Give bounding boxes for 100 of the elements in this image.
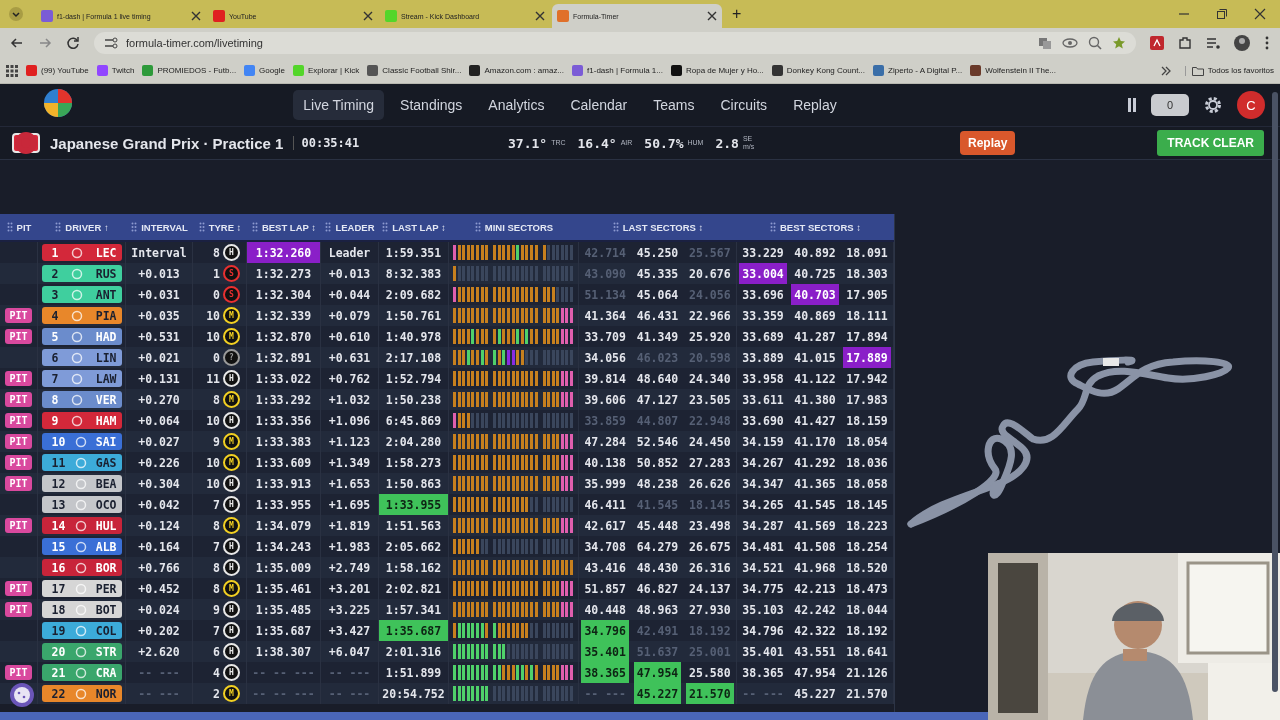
apps-icon[interactable] [6, 64, 18, 77]
nav-link[interactable]: Replay [783, 90, 847, 120]
all-bookmarks[interactable]: Todos los favoritos [1184, 65, 1274, 76]
column-header[interactable]: INTERVAL [141, 221, 188, 233]
driver-code: GAS [95, 455, 117, 470]
driver-badge[interactable]: 13 OCO [41, 496, 122, 513]
driver-badge[interactable]: 12 BEA [41, 475, 122, 492]
column-header[interactable]: BEST SECTORS ↕ [779, 221, 862, 233]
profile-icon[interactable] [1234, 35, 1250, 51]
address-bar[interactable]: formula-timer.com/livetiming [94, 32, 1136, 54]
driver-badge[interactable]: 10 SAI [41, 433, 122, 450]
nav-link[interactable]: Analytics [478, 90, 555, 120]
new-tab-button[interactable]: + [724, 5, 750, 23]
restore-icon[interactable] [1216, 8, 1228, 20]
nav-link[interactable]: Standings [390, 90, 473, 120]
column-header[interactable]: MINI SECTORS [484, 221, 554, 233]
reload-icon[interactable] [66, 36, 80, 50]
drag-handle-icon[interactable] [769, 222, 776, 232]
delay-counter[interactable]: 0 [1151, 94, 1189, 116]
menu-icon[interactable] [1264, 36, 1270, 50]
tyre-laps: 10 [206, 308, 220, 323]
drag-handle-icon[interactable] [251, 222, 258, 232]
nav-link[interactable]: Circuits [710, 90, 778, 120]
bookmark[interactable]: Wolfenstein II The... [970, 65, 1057, 76]
drag-handle-icon[interactable] [55, 222, 62, 232]
app-logo-icon[interactable] [43, 88, 73, 118]
tab-list-icon[interactable] [8, 6, 24, 22]
scroll-bar[interactable] [1272, 92, 1278, 692]
bookmark[interactable]: Twitch [96, 65, 135, 76]
close-icon[interactable] [191, 11, 201, 21]
driver-badge[interactable]: 15 ALB [41, 538, 122, 555]
site-info-icon[interactable] [104, 37, 118, 49]
driver-badge[interactable]: 16 BOR [41, 559, 122, 576]
column-header[interactable]: PIT [16, 221, 32, 233]
tyre-laps: 6 [213, 644, 220, 659]
driver-badge[interactable]: 14 HUL [41, 517, 122, 534]
translate-icon[interactable] [1038, 36, 1052, 50]
sector-time: 39.814 [583, 370, 627, 388]
bookmark[interactable]: f1-dash | Formula 1... [572, 65, 663, 76]
driver-badge[interactable]: 1 LEC [41, 244, 122, 261]
column-header[interactable]: LAST LAP ↕ [392, 221, 446, 233]
close-icon[interactable] [1254, 8, 1266, 20]
driver-badge[interactable]: 9 HAM [41, 412, 122, 429]
settings-icon[interactable] [1203, 95, 1223, 115]
driver-badge[interactable]: 4 PIA [41, 307, 122, 324]
nav-link[interactable]: Calendar [560, 90, 638, 120]
driver-badge[interactable]: 17 PER [41, 580, 122, 597]
nav-link[interactable]: Live Timing [293, 90, 385, 120]
back-icon[interactable] [10, 36, 24, 50]
puzzle-icon[interactable] [1178, 36, 1192, 50]
close-icon[interactable] [363, 11, 373, 21]
driver-badge[interactable]: 2 RUS [41, 265, 122, 282]
drag-handle-icon[interactable] [131, 222, 138, 232]
column-header[interactable]: BEST LAP ↕ [261, 221, 317, 233]
tyre-laps: 7 [213, 497, 220, 512]
column-header[interactable]: LAST SECTORS ↕ [622, 221, 704, 233]
replay-button[interactable]: Replay [960, 131, 1016, 155]
driver-badge[interactable]: 6 LIN [41, 349, 122, 366]
column-header[interactable]: LEADER [335, 221, 375, 233]
sector-time: 26.626 [688, 475, 732, 493]
bookmark[interactable]: Ziperto - A Digital P... [873, 65, 963, 76]
user-avatar[interactable]: C [1237, 91, 1265, 119]
drag-handle-icon[interactable] [612, 222, 619, 232]
pause-icon[interactable] [1127, 98, 1137, 112]
drag-handle-icon[interactable] [382, 222, 389, 232]
driver-badge[interactable]: 3 ANT [41, 286, 122, 303]
close-icon[interactable] [707, 11, 717, 21]
cookie-icon[interactable] [9, 682, 35, 708]
media-icon[interactable] [1206, 36, 1220, 50]
drag-handle-icon[interactable] [198, 222, 205, 232]
sector-time: 33.690 [741, 412, 785, 430]
bookmark[interactable]: PROMIEDOS - Futb... [142, 65, 237, 76]
driver-badge[interactable]: 7 LAW [41, 370, 122, 387]
driver-badge[interactable]: 18 BOT [41, 601, 122, 618]
driver-badge[interactable]: 19 COL [41, 622, 122, 639]
driver-badge[interactable]: 22 NOR [41, 685, 122, 702]
column-header[interactable]: DRIVER ↑ [65, 221, 109, 233]
close-icon[interactable] [535, 11, 545, 21]
pit-badge: PIT [5, 434, 32, 449]
drag-handle-icon[interactable] [6, 222, 13, 232]
bookmark[interactable]: Donkey Kong Count... [771, 65, 866, 76]
column-header[interactable]: TYRE ↕ [208, 221, 242, 233]
sector-time: 43.416 [583, 559, 627, 577]
bookmark[interactable]: Explorar | Kick [292, 65, 360, 76]
pdf-icon[interactable] [1150, 36, 1164, 50]
drag-handle-icon[interactable] [325, 222, 332, 232]
team-logo-icon [73, 645, 88, 658]
bookmark[interactable]: Classic Football Shir... [367, 65, 462, 76]
nav-link[interactable]: Teams [643, 90, 705, 120]
eye-icon[interactable] [1062, 36, 1078, 50]
bookmark[interactable]: Ropa de Mujer y Ho... [670, 65, 764, 76]
bookmark[interactable]: (99) YouTube [26, 65, 89, 76]
bookmark[interactable]: Google [244, 65, 285, 76]
bookmark[interactable]: Amazon.com : amaz... [469, 65, 565, 76]
drag-handle-icon[interactable] [474, 222, 481, 232]
zoom-icon[interactable] [1088, 36, 1102, 50]
driver-badge[interactable]: 11 GAS [41, 454, 122, 471]
chevron-icon[interactable] [1160, 65, 1171, 76]
scroll-bar[interactable] [0, 712, 988, 720]
star-icon[interactable] [1112, 36, 1126, 50]
